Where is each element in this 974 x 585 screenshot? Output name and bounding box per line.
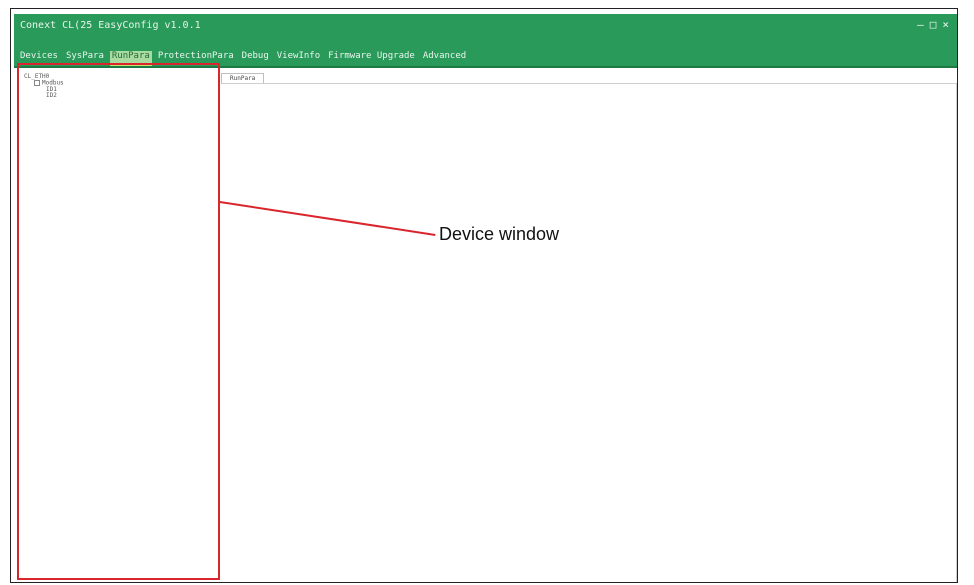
callout-label: Device window — [439, 224, 560, 244]
minimize-icon[interactable]: – — [917, 18, 924, 31]
window-title: Conext CL(25 EasyConfig v1.0.1 — [20, 20, 201, 31]
menu-item-viewinfo[interactable]: ViewInfo — [275, 51, 322, 67]
content-area: RunPara — [221, 70, 957, 582]
window-controls: – □ × — [917, 18, 949, 31]
content-body — [221, 83, 957, 582]
close-icon[interactable]: × — [942, 18, 949, 31]
menu-item-advanced[interactable]: Advanced — [421, 51, 468, 67]
tab-strip: RunPara — [221, 73, 265, 83]
menu-item-firmware-upgrade[interactable]: Firmware Upgrade — [326, 51, 417, 67]
tab-runpara[interactable]: RunPara — [221, 73, 265, 83]
window-titlebar: Conext CL(25 EasyConfig v1.0.1 – □ × — [14, 14, 957, 38]
menu-item-debug[interactable]: Debug — [240, 51, 271, 67]
device-window-highlight — [17, 63, 220, 580]
maximize-icon[interactable]: □ — [930, 18, 937, 31]
